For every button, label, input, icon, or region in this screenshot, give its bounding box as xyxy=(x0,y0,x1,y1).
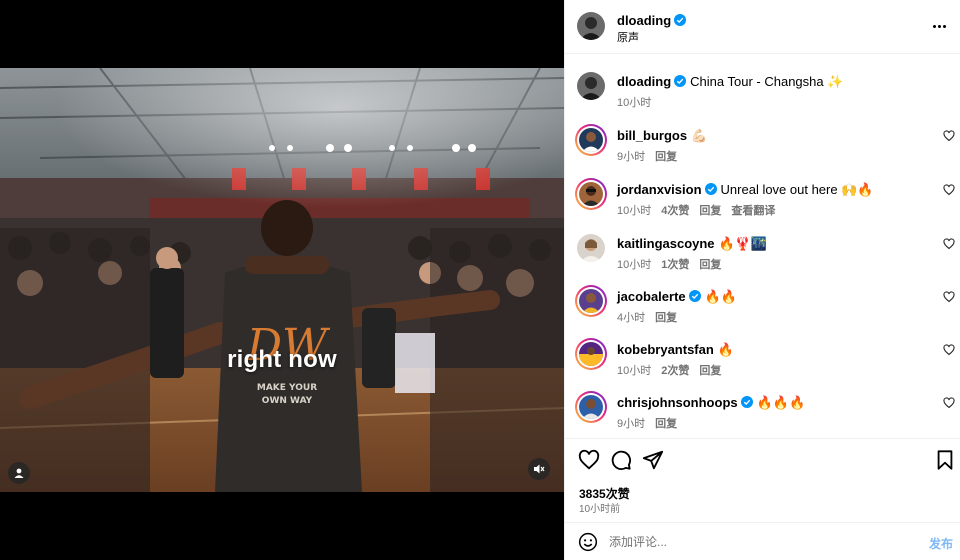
media-pane: DW MAKE YOUR OWN WAY right now xyxy=(0,0,564,560)
heart-icon[interactable] xyxy=(578,449,600,471)
heart-icon[interactable] xyxy=(943,184,955,196)
comment-username[interactable]: jordanxvision xyxy=(617,182,702,197)
comment-text: 🔥 xyxy=(717,342,734,357)
reply-button[interactable]: 回复 xyxy=(699,365,721,377)
mute-toggle-button[interactable] xyxy=(528,458,550,480)
comment-username[interactable]: chrisjohnsonhoops xyxy=(617,395,738,410)
comment-avatar[interactable] xyxy=(575,391,607,423)
verified-badge-icon xyxy=(688,290,701,302)
tagged-users-button[interactable] xyxy=(8,462,30,484)
instagram-post-modal: DW MAKE YOUR OWN WAY right now dloading … xyxy=(0,0,960,560)
author-avatar[interactable] xyxy=(577,12,605,40)
comment-time: 4小时 xyxy=(617,312,646,324)
reply-button[interactable]: 回复 xyxy=(655,151,677,163)
comment-bubble-icon[interactable] xyxy=(610,449,632,471)
more-options-button[interactable] xyxy=(927,16,951,36)
comment-username[interactable]: jacobalerte xyxy=(617,289,686,304)
reply-button[interactable]: 回复 xyxy=(655,418,677,430)
comment-likes[interactable]: 1次赞 xyxy=(661,259,689,271)
comment-username[interactable]: bill_burgos xyxy=(617,128,687,143)
verified-badge-icon xyxy=(674,75,687,87)
author-avatar[interactable] xyxy=(577,72,605,100)
verified-badge-icon xyxy=(740,396,753,408)
comments-list: dloading China Tour - Changsha ✨ 10小时 bil… xyxy=(565,54,960,438)
comment-avatar[interactable] xyxy=(577,234,605,262)
reply-button[interactable]: 回复 xyxy=(699,205,721,217)
comment-text: 🔥🔥 xyxy=(704,289,738,304)
comment-time: 10小时 xyxy=(617,205,652,217)
comment-avatar[interactable] xyxy=(575,178,607,210)
comment-avatar[interactable] xyxy=(575,285,607,317)
post-header: dloading 原声 xyxy=(565,0,960,54)
heart-icon[interactable] xyxy=(943,344,955,356)
verified-badge-icon xyxy=(704,183,717,195)
caption-text: China Tour - Changsha ✨ xyxy=(690,74,844,89)
comment-text: Unreal love out here 🙌🔥 xyxy=(720,182,874,197)
see-translation-button[interactable]: 查看翻译 xyxy=(731,205,775,217)
smiley-icon[interactable] xyxy=(578,532,598,552)
comment-time: 10小时 xyxy=(617,365,652,377)
speaker-muted-icon xyxy=(534,464,545,474)
post-comment-button[interactable]: 发布 xyxy=(929,535,953,552)
comment-item: kaitlingascoyne 🔥🦞🌃 10小时 1次赞 回复 xyxy=(565,232,960,272)
paper-plane-icon[interactable] xyxy=(642,449,664,471)
post-caption: dloading China Tour - Changsha ✨ 10小时 xyxy=(565,72,960,112)
comment-avatar[interactable] xyxy=(575,124,607,156)
comment-text: 🔥🔥🔥 xyxy=(756,395,806,410)
comment-username[interactable]: kaitlingascoyne xyxy=(617,236,715,251)
comment-item: bill_burgos 💪🏻 9小时 回复 xyxy=(565,124,960,164)
reply-button[interactable]: 回复 xyxy=(655,312,677,324)
svg-text:MAKE YOUR: MAKE YOUR xyxy=(257,383,317,393)
comment-time: 9小时 xyxy=(617,151,646,163)
reply-button[interactable]: 回复 xyxy=(699,259,721,271)
author-username[interactable]: dloading xyxy=(617,13,671,28)
comment-item: kobebryantsfan 🔥 10小时 2次赞 回复 xyxy=(565,338,960,378)
heart-icon[interactable] xyxy=(943,397,955,409)
video-caption-overlay: right now xyxy=(227,346,337,373)
comment-likes[interactable]: 2次赞 xyxy=(661,365,689,377)
comment-item: chrisjohnsonhoops 🔥🔥🔥 9小时 回复 xyxy=(565,391,960,431)
caption-username[interactable]: dloading xyxy=(617,74,671,89)
post-actions: 3835次赞 10小时前 xyxy=(565,438,960,522)
user-tag-icon xyxy=(14,468,24,478)
svg-text:OWN WAY: OWN WAY xyxy=(262,396,313,406)
comment-avatar[interactable] xyxy=(575,338,607,370)
comment-username[interactable]: kobebryantsfan xyxy=(617,342,714,357)
add-comment-bar: 发布 xyxy=(565,522,960,560)
comment-item: jacobalerte 🔥🔥 4小时 回复 xyxy=(565,285,960,325)
heart-icon[interactable] xyxy=(943,291,955,303)
post-video[interactable]: DW MAKE YOUR OWN WAY right now xyxy=(0,68,564,492)
more-horizontal-icon xyxy=(932,24,936,28)
comment-text: 💪🏻 xyxy=(691,128,708,143)
caption-time: 10小时 xyxy=(617,97,652,109)
comment-item: jordanxvision Unreal love out here 🙌🔥 10小… xyxy=(565,178,960,218)
bookmark-icon[interactable] xyxy=(934,449,956,471)
heart-icon[interactable] xyxy=(943,130,955,142)
heart-icon[interactable] xyxy=(943,238,955,250)
comment-input[interactable] xyxy=(609,533,909,551)
comment-time: 9小时 xyxy=(617,418,646,430)
audio-label[interactable]: 原声 xyxy=(617,29,639,45)
verified-badge-icon xyxy=(674,14,687,26)
post-timestamp[interactable]: 10小时前 xyxy=(579,500,620,515)
post-side-panel: dloading 原声 dloading China Tour - Changsh xyxy=(564,0,960,560)
video-frame: DW MAKE YOUR OWN WAY xyxy=(0,68,564,492)
comment-text: 🔥🦞🌃 xyxy=(718,236,768,251)
comment-likes[interactable]: 4次赞 xyxy=(661,205,689,217)
comment-time: 10小时 xyxy=(617,259,652,271)
